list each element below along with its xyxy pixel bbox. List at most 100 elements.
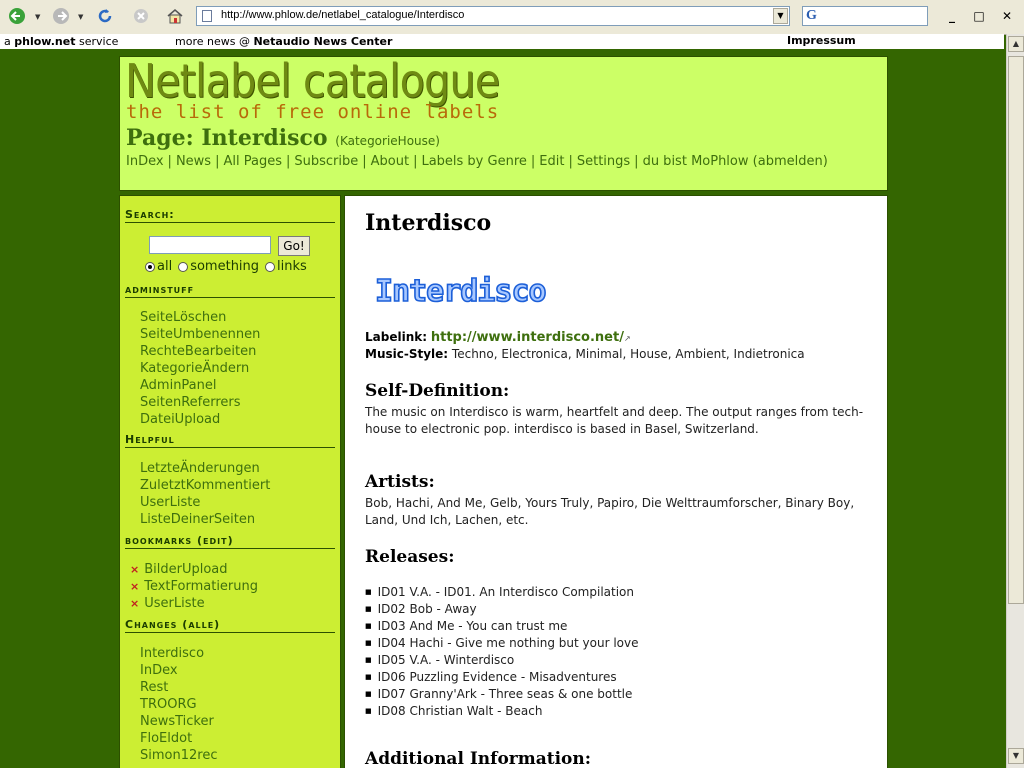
change-item[interactable]: TROORG xyxy=(140,696,217,713)
release-item: ID07 Granny'Ark - Three seas & one bottl… xyxy=(365,686,639,703)
adminstuff-item[interactable]: RechteBearbeiten xyxy=(140,343,260,360)
bookmark-item[interactable]: × BilderUpload xyxy=(130,561,258,578)
impressum-link[interactable]: Impressum xyxy=(787,34,856,47)
address-dropdown-icon[interactable]: ▼ xyxy=(773,8,788,24)
radio-button-icon[interactable] xyxy=(178,261,189,272)
category-link[interactable]: (KategorieHouse) xyxy=(335,134,440,148)
nav-link-about[interactable]: About xyxy=(371,154,409,169)
adminstuff-item[interactable]: AdminPanel xyxy=(140,377,260,394)
user-profile-link[interactable]: MoPhlow xyxy=(691,154,748,169)
back-dropdown-icon[interactable]: ▼ xyxy=(35,13,40,21)
change-link[interactable]: InDex xyxy=(140,663,178,678)
adminstuff-item[interactable]: DateiUpload xyxy=(140,411,260,428)
forward-dropdown-icon[interactable]: ▼ xyxy=(78,13,83,21)
helpful-item[interactable]: LetzteÄnderungen xyxy=(140,460,270,477)
news-prefix: more news @ xyxy=(175,35,250,48)
change-link[interactable]: TROORG xyxy=(140,697,197,712)
helpful-link[interactable]: LetzteÄnderungen xyxy=(140,461,260,476)
bookmark-item[interactable]: × UserListe xyxy=(130,595,258,612)
page-title-text[interactable]: Page: Interdisco xyxy=(126,125,328,151)
helpful-item[interactable]: UserListe xyxy=(140,494,270,511)
changes-all-link[interactable]: alle xyxy=(188,618,214,631)
address-bar[interactable]: http://www.phlow.de/netlabel_catalogue/I… xyxy=(196,6,790,26)
service-credit: a phlow.net service xyxy=(4,34,118,49)
adminstuff-item[interactable]: SeiteUmbenennen xyxy=(140,326,260,343)
search-scope-something[interactable]: something xyxy=(178,259,259,274)
search-scope-links[interactable]: links xyxy=(265,259,307,274)
bookmark-link[interactable]: TextFormatierung xyxy=(144,579,258,594)
google-search-icon[interactable]: G xyxy=(806,8,817,24)
change-link[interactable]: FloEldot xyxy=(140,731,192,746)
remove-bookmark-icon[interactable]: × xyxy=(130,580,139,593)
adminstuff-link[interactable]: SeiteLöschen xyxy=(140,310,226,325)
scroll-down-icon[interactable]: ▼ xyxy=(1008,748,1024,764)
bookmark-link[interactable]: UserListe xyxy=(144,596,204,611)
netaudio-news-link[interactable]: Netaudio News Center xyxy=(253,35,392,48)
adminstuff-link[interactable]: DateiUpload xyxy=(140,412,220,427)
adminstuff-link[interactable]: AdminPanel xyxy=(140,378,217,393)
radio-button-icon[interactable] xyxy=(145,261,155,272)
remove-bookmark-icon[interactable]: × xyxy=(130,563,139,576)
search-scope-radios: all something links xyxy=(145,259,313,274)
change-link[interactable]: Simon12rec xyxy=(140,748,217,763)
maximize-button[interactable]: □ xyxy=(970,8,988,24)
change-link[interactable]: NewsTicker xyxy=(140,714,214,729)
adminstuff-list: SeiteLöschen SeiteUmbenennen RechteBearbei… xyxy=(140,309,260,428)
home-icon[interactable] xyxy=(164,4,186,28)
nav-link-all-pages[interactable]: All Pages xyxy=(223,154,282,169)
nav-link-edit[interactable]: Edit xyxy=(539,154,564,169)
site-logo-title[interactable]: Netlabel catalogue xyxy=(125,55,500,107)
adminstuff-item[interactable]: KategorieÄndern xyxy=(140,360,260,377)
change-item[interactable]: Interdisco xyxy=(140,645,217,662)
adminstuff-item[interactable]: SeitenReferrers xyxy=(140,394,260,411)
nav-link-index[interactable]: InDex xyxy=(126,154,164,169)
change-item[interactable]: Simon12rec xyxy=(140,747,217,764)
url-text[interactable]: http://www.phlow.de/netlabel_catalogue/I… xyxy=(221,9,464,21)
bookmark-link[interactable]: BilderUpload xyxy=(144,562,227,577)
google-search-box[interactable]: G xyxy=(802,6,928,26)
reload-icon[interactable] xyxy=(94,4,116,28)
search-go-button[interactable]: Go! xyxy=(278,236,310,256)
additional-info-heading: Additional Information: xyxy=(365,749,592,768)
nav-link-news[interactable]: News xyxy=(176,154,211,169)
adminstuff-link[interactable]: SeitenReferrers xyxy=(140,395,241,410)
adminstuff-item[interactable]: SeiteLöschen xyxy=(140,309,260,326)
adminstuff-link[interactable]: RechteBearbeiten xyxy=(140,344,256,359)
helpful-item[interactable]: ListeDeinerSeiten xyxy=(140,511,270,528)
radio-button-icon[interactable] xyxy=(265,261,276,272)
nav-link-labels-by-genre[interactable]: Labels by Genre xyxy=(421,154,526,169)
bookmarks-edit-link[interactable]: edit xyxy=(203,534,228,547)
remove-bookmark-icon[interactable]: × xyxy=(130,597,139,610)
scroll-thumb[interactable] xyxy=(1008,56,1024,604)
helpful-link[interactable]: ListeDeinerSeiten xyxy=(140,512,255,527)
change-item[interactable]: Rest xyxy=(140,679,217,696)
search-input[interactable] xyxy=(149,236,271,254)
change-item[interactable]: InDex xyxy=(140,662,217,679)
stop-icon[interactable] xyxy=(130,4,152,28)
change-link[interactable]: Rest xyxy=(140,680,168,695)
helpful-link[interactable]: ZuletztKommentiert xyxy=(140,478,270,493)
vertical-scrollbar[interactable]: ▲ ▼ xyxy=(1006,34,1024,768)
change-link[interactable]: Interdisco xyxy=(140,646,204,661)
helpful-item[interactable]: ZuletztKommentiert xyxy=(140,477,270,494)
nav-separator: | xyxy=(568,154,573,169)
nav-link-subscribe[interactable]: Subscribe xyxy=(294,154,358,169)
logout-link[interactable]: (abmelden) xyxy=(753,154,828,169)
adminstuff-link[interactable]: KategorieÄndern xyxy=(140,361,249,376)
scroll-up-icon[interactable]: ▲ xyxy=(1008,36,1024,52)
music-style-value: Techno, Electronica, Minimal, House, Amb… xyxy=(451,347,805,361)
adminstuff-link[interactable]: SeiteUmbenennen xyxy=(140,327,260,342)
radio-label: all xyxy=(157,259,173,274)
back-arrow-icon[interactable] xyxy=(6,4,28,28)
change-item[interactable]: FloEldot xyxy=(140,730,217,747)
nav-link-settings[interactable]: Settings xyxy=(577,154,630,169)
phlow-link[interactable]: phlow.net xyxy=(14,35,75,48)
helpful-link[interactable]: UserListe xyxy=(140,495,200,510)
change-item[interactable]: NewsTicker xyxy=(140,713,217,730)
labellink-url[interactable]: http://www.interdisco.net/ xyxy=(431,330,624,345)
search-scope-all[interactable]: all xyxy=(145,259,172,274)
minimize-button[interactable]: _ xyxy=(943,8,961,24)
bookmark-item[interactable]: × TextFormatierung xyxy=(130,578,258,595)
close-button[interactable]: ✕ xyxy=(998,8,1016,24)
forward-arrow-icon[interactable] xyxy=(50,4,72,28)
